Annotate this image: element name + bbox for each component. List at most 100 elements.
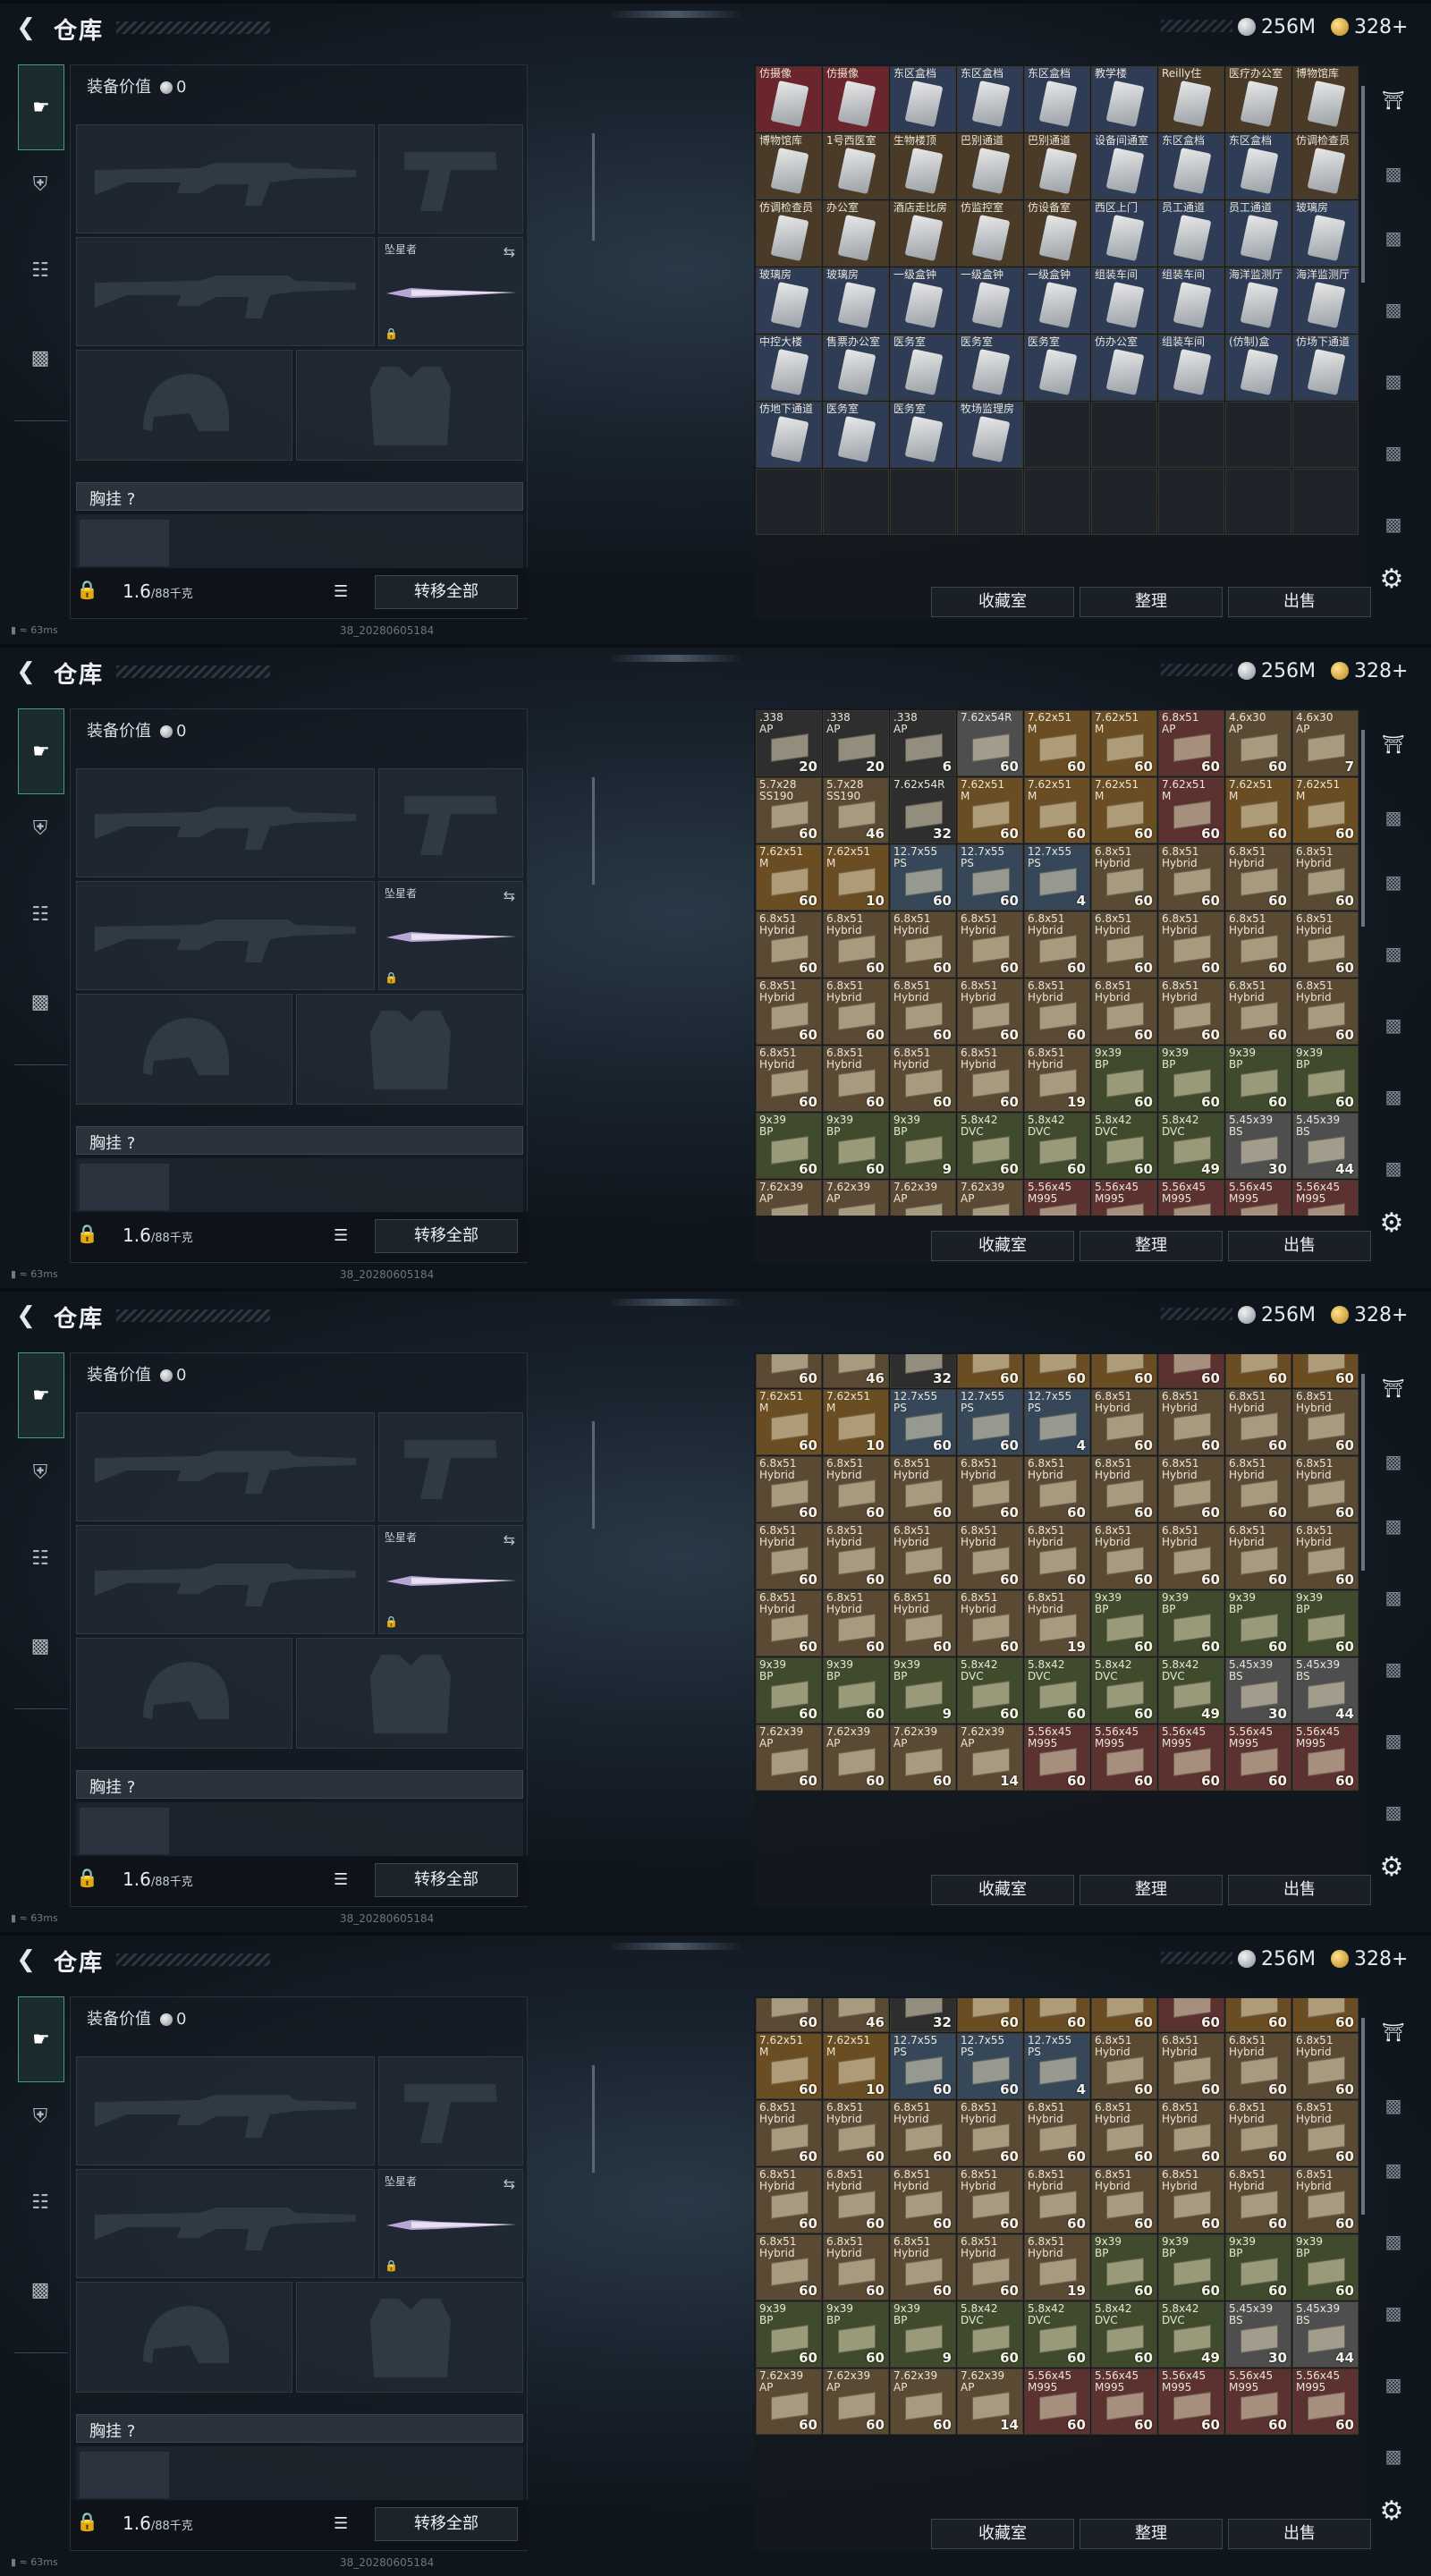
melee-slot[interactable]: 坠星者 ⇆ 🔒	[378, 1525, 523, 1634]
stash-item[interactable]: 东区盒档	[1225, 133, 1291, 199]
stash-tab-6-icon[interactable]: ▩	[1374, 508, 1413, 540]
stash-item[interactable]: 9x39 BP 60	[1091, 1590, 1157, 1657]
stash-item[interactable]: 6.8x51 Hybrid 60	[890, 1456, 956, 1522]
stash-item[interactable]: 7.62x51M60	[957, 1354, 1023, 1388]
nav-armor-tab[interactable]: ⛨	[20, 809, 61, 848]
stash-item[interactable]: 5.56x45M995 60	[1024, 2368, 1090, 2435]
stash-item[interactable]: 6.8x51 Hybrid 60	[756, 2100, 822, 2166]
stash-item[interactable]: 6.8x51 Hybrid 60	[1158, 1389, 1224, 1455]
stash-home-icon[interactable]: ⛩	[1374, 1372, 1413, 1404]
settings-gear-icon[interactable]: ⚙	[1374, 562, 1410, 597]
stash-tab-1-icon[interactable]: ▩	[1374, 157, 1413, 190]
gold-currency[interactable]: 328+	[1331, 1946, 1408, 1971]
nav-clipboard-tab[interactable]: ☷	[20, 1538, 61, 1578]
stash-item[interactable]: 6.8x51 Hybrid 60	[1225, 911, 1291, 978]
sidearm-slot[interactable]	[378, 124, 523, 233]
stash-item[interactable]: 4.6x30 AP 7	[1292, 710, 1359, 776]
stash-home-icon[interactable]: ⛩	[1374, 728, 1413, 760]
stash-item[interactable]: 6.8x51 Hybrid 60	[1158, 1456, 1224, 1522]
stash-item[interactable]: .338 AP 6	[890, 710, 956, 776]
stash-item[interactable]: 7.62x51M60	[1292, 1354, 1359, 1388]
stash-item[interactable]: 办公室	[823, 200, 889, 267]
stash-item[interactable]: 6.8x51 Hybrid 60	[756, 911, 822, 978]
stash-item[interactable]: 7.62x39AP 60	[823, 2368, 889, 2435]
transfer-all-button[interactable]: 转移全部	[375, 1219, 518, 1253]
stash-item[interactable]: 5.45x39 BS 44	[1292, 1657, 1359, 1724]
swap-icon[interactable]: ⇆	[504, 2175, 515, 2192]
stash-tab-3-icon[interactable]: ▩	[1374, 2225, 1413, 2258]
stash-item[interactable]: 一级盒钟	[890, 267, 956, 334]
stash-item[interactable]: 9x39 BP 60	[1225, 1590, 1291, 1657]
stash-item[interactable]: 博物馆库	[756, 133, 822, 199]
stash-scrollbar[interactable]	[1361, 1374, 1365, 1571]
stash-item[interactable]: 东区盒档	[957, 66, 1023, 132]
chest-rig-slot[interactable]	[80, 1164, 169, 1210]
stash-item[interactable]: 12.7x55 PS 60	[890, 1389, 956, 1455]
stash-item[interactable]: 6.8x51 Hybrid 60	[823, 1046, 889, 1112]
stash-item[interactable]: 6.8x51 Hybrid 60	[1158, 979, 1224, 1045]
swap-icon[interactable]: ⇆	[504, 243, 515, 260]
stash-item[interactable]: 5.7x28SS19060	[756, 1354, 822, 1388]
stash-item[interactable]: .338 AP 20	[756, 710, 822, 776]
stash-item[interactable]: 6.8x51 Hybrid 60	[1024, 1456, 1090, 1522]
stash-item[interactable]: 仿场下通道	[1292, 335, 1359, 401]
stash-item[interactable]: 6.8x51 Hybrid 60	[823, 2234, 889, 2301]
stash-item[interactable]: 6.8x51 Hybrid 60	[957, 1523, 1023, 1589]
stash-item[interactable]: 酒店走比房	[890, 200, 956, 267]
back-arrow-icon[interactable]: ❮	[13, 1302, 39, 1329]
stash-item[interactable]: 5.56x45M995 60	[1091, 2368, 1157, 2435]
stash-item[interactable]: 12.7x55 PS 60	[957, 1389, 1023, 1455]
primary-weapon-slot[interactable]	[76, 124, 375, 233]
sort-button[interactable]: 整理	[1080, 587, 1223, 617]
stash-item[interactable]: 6.8x51 Hybrid 60	[756, 2234, 822, 2301]
stash-scrollbar[interactable]	[1361, 86, 1365, 283]
collection-room-button[interactable]: 收藏室	[931, 1231, 1074, 1261]
stash-item[interactable]: 教学楼	[1091, 66, 1157, 132]
stash-item[interactable]: 9x39 BP 60	[756, 1113, 822, 1179]
stash-tab-2-icon[interactable]: ▩	[1374, 1510, 1413, 1542]
stash-item[interactable]: 一级盒钟	[1024, 267, 1090, 334]
stash-item[interactable]: 6.8x51 Hybrid 60	[1225, 2167, 1291, 2233]
nav-weapons-tab[interactable]: ☛	[18, 64, 64, 150]
stash-item[interactable]: 7.62x39AP 60	[756, 2368, 822, 2435]
stash-item[interactable]: Reilly住	[1158, 66, 1224, 132]
stash-item[interactable]: 6.8x51 Hybrid 60	[823, 1523, 889, 1589]
stash-item[interactable]: 6.8x51 Hybrid 60	[756, 2167, 822, 2233]
stash-tab-4-icon[interactable]: ▩	[1374, 2297, 1413, 2329]
nav-weapons-tab[interactable]: ☛	[18, 1352, 64, 1438]
stash-tab-2-icon[interactable]: ▩	[1374, 866, 1413, 898]
melee-slot[interactable]: 坠星者 ⇆ 🔒	[378, 2169, 523, 2278]
transfer-all-button[interactable]: 转移全部	[375, 575, 518, 609]
stash-item[interactable]: 一级盒钟	[957, 267, 1023, 334]
stash-item[interactable]: 6.8x51 Hybrid 60	[1024, 1523, 1090, 1589]
stash-tab-1-icon[interactable]: ▩	[1374, 2089, 1413, 2122]
stash-item[interactable]: 1号西医室	[823, 133, 889, 199]
stash-item[interactable]: 5.45x39 BS 30	[1225, 2301, 1291, 2368]
loadout-scrollbar[interactable]	[592, 2065, 595, 2173]
stash-item[interactable]: 仿设备室	[1024, 200, 1090, 267]
transfer-all-button[interactable]: 转移全部	[375, 1863, 518, 1897]
sidearm-slot[interactable]	[378, 2056, 523, 2165]
stash-item[interactable]: 5.8x42 DVC 60	[1024, 2301, 1090, 2368]
stash-item[interactable]: 6.8x51 Hybrid 60	[1225, 1456, 1291, 1522]
stash-item[interactable]: 5.8x42 DVC 49	[1158, 2301, 1224, 2368]
stash-item[interactable]: 玻璃房	[756, 267, 822, 334]
stash-item[interactable]: 玻璃房	[1292, 200, 1359, 267]
stash-item[interactable]: 6.8x51 Hybrid 60	[756, 1046, 822, 1112]
stash-item[interactable]: 7.62x39AP 14	[957, 2368, 1023, 2435]
stash-item[interactable]: 仿地下通道	[756, 402, 822, 468]
stash-item[interactable]: 6.8x51 Hybrid 60	[1091, 979, 1157, 1045]
chest-rig-help-icon[interactable]: ?	[127, 490, 136, 509]
stash-tab-2-icon[interactable]: ▩	[1374, 222, 1413, 254]
stash-item[interactable]: 5.56x45M995 60	[1292, 1724, 1359, 1791]
stash-item[interactable]: 9x39 BP 60	[1091, 1046, 1157, 1112]
stash-item[interactable]: 6.8x51 Hybrid 60	[1292, 2033, 1359, 2099]
stash-item[interactable]: 9x39 BP 60	[1225, 2234, 1291, 2301]
stash-item[interactable]: 6.8x51 Hybrid 60	[823, 1590, 889, 1657]
back-arrow-icon[interactable]: ❮	[13, 14, 39, 41]
stash-tab-6-icon[interactable]: ▩	[1374, 1796, 1413, 1828]
swap-icon[interactable]: ⇆	[504, 1531, 515, 1548]
stash-item[interactable]: 海洋监测厅	[1292, 267, 1359, 334]
stash-tab-5-icon[interactable]: ▩	[1374, 2368, 1413, 2401]
stash-item[interactable]: 医务室	[1024, 335, 1090, 401]
